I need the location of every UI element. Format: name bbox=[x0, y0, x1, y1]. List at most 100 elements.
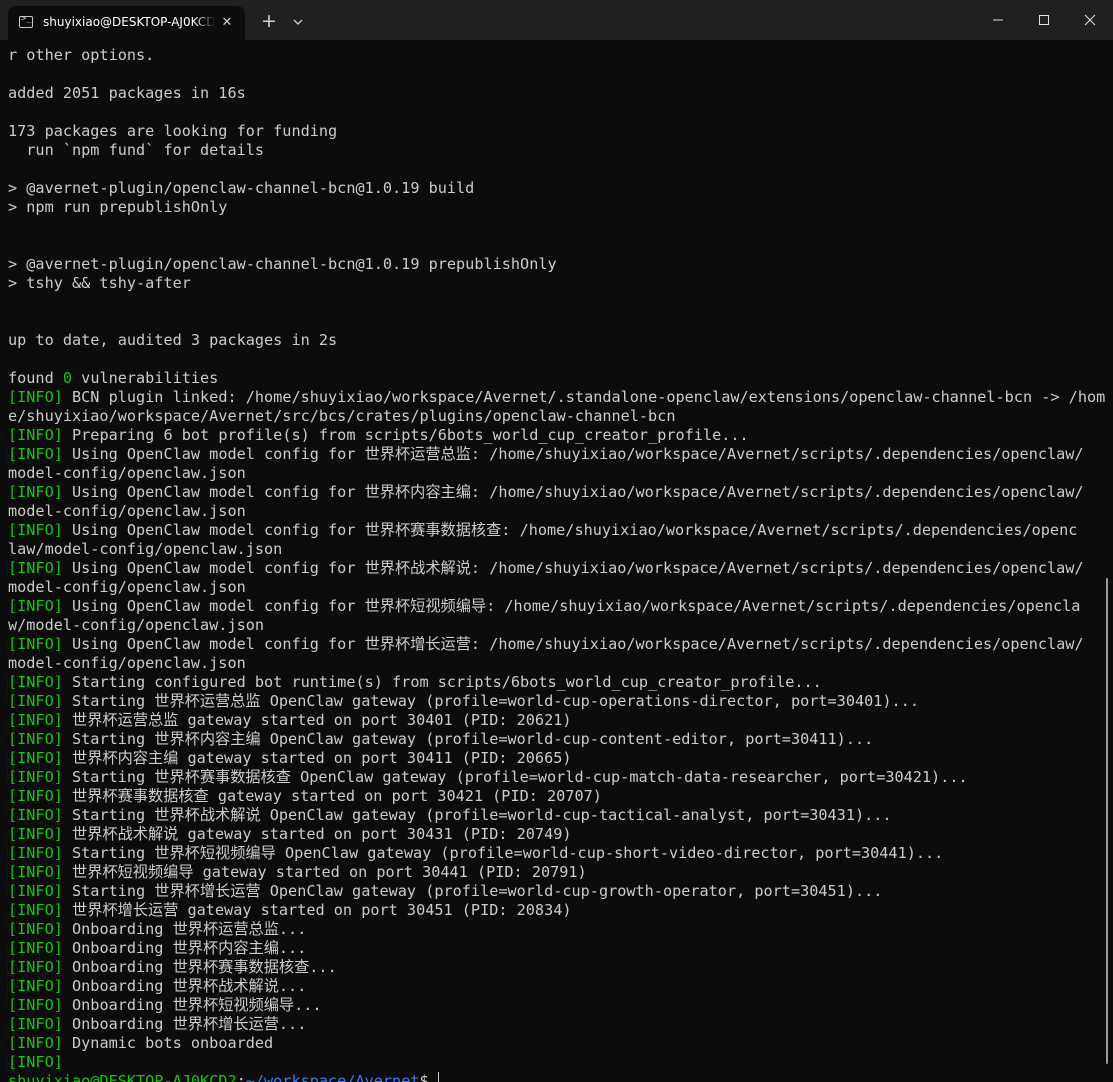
new-tab-button[interactable]: + bbox=[257, 10, 281, 34]
info-tag: [INFO] bbox=[8, 388, 63, 406]
output-line: > tshy && tshy-after bbox=[8, 274, 191, 292]
info-message: Using OpenClaw model config for 世界杯增长运营:… bbox=[62, 635, 1084, 653]
terminal-window: >_ shuyixiao@DESKTOP-AJ0KCD2: ~/workspac… bbox=[0, 0, 1113, 1082]
info-line: [INFO] 世界杯赛事数据核查 gateway started on port… bbox=[8, 787, 1106, 806]
output-line-wrap: w/model-config/openclaw.json bbox=[8, 616, 265, 634]
text-cursor bbox=[437, 1072, 439, 1082]
info-message: Starting 世界杯赛事数据核查 OpenClaw gateway (pro… bbox=[62, 768, 968, 786]
tab-title: shuyixiao@DESKTOP-AJ0KCD2: ~/workspace/A… bbox=[43, 15, 215, 29]
prompt-colon: : bbox=[236, 1072, 246, 1082]
output-line-wrap: e/shuyixiao/workspace/Avernet/src/bcs/cr… bbox=[8, 407, 676, 425]
info-message: Using OpenClaw model config for 世界杯内容主编:… bbox=[62, 483, 1084, 501]
info-line: [INFO] Onboarding 世界杯赛事数据核查... bbox=[8, 958, 1106, 977]
info-message: Using OpenClaw model config for 世界杯赛事数据核… bbox=[62, 521, 1078, 539]
info-tag: [INFO] bbox=[8, 711, 63, 729]
prompt-dollar: $ bbox=[419, 1072, 429, 1082]
output-line: added 2051 packages in 16s bbox=[8, 84, 246, 102]
info-message: Using OpenClaw model config for 世界杯短视频编导… bbox=[62, 597, 1081, 615]
info-line: [INFO] Onboarding 世界杯战术解说... bbox=[8, 977, 1106, 996]
info-message: Starting configured bot runtime(s) from … bbox=[62, 673, 822, 691]
info-message: Onboarding 世界杯运营总监... bbox=[62, 920, 307, 938]
info-tag: [INFO] bbox=[8, 483, 63, 501]
terminal-icon: >_ bbox=[19, 14, 33, 28]
info-line: [INFO] Preparing 6 bot profile(s) from s… bbox=[8, 426, 1106, 445]
info-line: [INFO] 世界杯运营总监 gateway started on port 3… bbox=[8, 711, 1106, 730]
minimize-button[interactable] bbox=[975, 0, 1021, 40]
info-line: [INFO] Using OpenClaw model config for 世… bbox=[8, 483, 1106, 502]
info-message: Starting 世界杯短视频编导 OpenClaw gateway (prof… bbox=[62, 844, 944, 862]
scrollbar-thumb[interactable] bbox=[1106, 578, 1108, 1064]
info-tag: [INFO] bbox=[8, 426, 63, 444]
output-line: > npm run prepublishOnly bbox=[8, 198, 228, 216]
info-line: [INFO] Onboarding 世界杯运营总监... bbox=[8, 920, 1106, 939]
output-line: up to date, audited 3 packages in 2s bbox=[8, 331, 338, 349]
info-message: Onboarding 世界杯增长运营... bbox=[62, 1015, 307, 1033]
info-message: 世界杯战术解说 gateway started on port 30431 (P… bbox=[62, 825, 572, 843]
vuln-text: found bbox=[8, 369, 63, 387]
info-tag: [INFO] bbox=[8, 1053, 63, 1071]
tab-dropdown-button[interactable] bbox=[288, 12, 308, 32]
prompt-user-host: shuyixiao@DESKTOP-AJ0KCD2 bbox=[8, 1072, 237, 1082]
info-message: Onboarding 世界杯战术解说... bbox=[62, 977, 307, 995]
info-line: [INFO] Using OpenClaw model config for 世… bbox=[8, 445, 1106, 464]
info-tag: [INFO] bbox=[8, 787, 63, 805]
output-line-wrap: model-config/openclaw.json bbox=[8, 464, 246, 482]
info-tag: [INFO] bbox=[8, 730, 63, 748]
output-line: > @avernet-plugin/openclaw-channel-bcn@1… bbox=[8, 255, 557, 273]
info-message: Starting 世界杯增长运营 OpenClaw gateway (profi… bbox=[62, 882, 883, 900]
shell-prompt[interactable]: shuyixiao@DESKTOP-AJ0KCD2:~/workspace/Av… bbox=[8, 1072, 1106, 1082]
info-line: [INFO] Starting 世界杯战术解说 OpenClaw gateway… bbox=[8, 806, 1106, 825]
prompt-path: ~/workspace/Avernet bbox=[245, 1072, 420, 1082]
tab-terminal[interactable]: >_ shuyixiao@DESKTOP-AJ0KCD2: ~/workspac… bbox=[8, 6, 245, 40]
info-message: Dynamic bots onboarded bbox=[62, 1034, 274, 1052]
maximize-button[interactable] bbox=[1021, 0, 1067, 40]
info-line: [INFO] Using OpenClaw model config for 世… bbox=[8, 559, 1106, 578]
close-icon bbox=[1084, 14, 1096, 26]
info-message: Starting 世界杯内容主编 OpenClaw gateway (profi… bbox=[62, 730, 874, 748]
minimize-icon bbox=[993, 19, 1003, 21]
info-message: 世界杯增长运营 gateway started on port 30451 (P… bbox=[62, 901, 572, 919]
info-line: [INFO] Using OpenClaw model config for 世… bbox=[8, 597, 1106, 616]
maximize-icon bbox=[1039, 15, 1049, 25]
info-line: [INFO] 世界杯增长运营 gateway started on port 3… bbox=[8, 901, 1106, 920]
info-tag: [INFO] bbox=[8, 635, 63, 653]
info-line: [INFO] Starting 世界杯短视频编导 OpenClaw gatewa… bbox=[8, 844, 1106, 863]
info-tag: [INFO] bbox=[8, 863, 63, 881]
info-tag: [INFO] bbox=[8, 597, 63, 615]
tab-close-button[interactable]: ✕ bbox=[219, 15, 235, 31]
info-message: Using OpenClaw model config for 世界杯战术解说:… bbox=[62, 559, 1084, 577]
info-line: [INFO] Using OpenClaw model config for 世… bbox=[8, 635, 1106, 654]
info-message: Starting 世界杯运营总监 OpenClaw gateway (profi… bbox=[62, 692, 919, 710]
output-line-wrap: model-config/openclaw.json bbox=[8, 578, 246, 596]
output-line-wrap: model-config/openclaw.json bbox=[8, 654, 246, 672]
info-line: [INFO] 世界杯战术解说 gateway started on port 3… bbox=[8, 825, 1106, 844]
info-tag: [INFO] bbox=[8, 920, 63, 938]
info-line: [INFO] Starting 世界杯赛事数据核查 OpenClaw gatew… bbox=[8, 768, 1106, 787]
info-message: 世界杯内容主编 gateway started on port 30411 (P… bbox=[62, 749, 572, 767]
chevron-down-icon bbox=[293, 19, 303, 25]
info-tag: [INFO] bbox=[8, 768, 63, 786]
info-tag: [INFO] bbox=[8, 939, 63, 957]
title-bar[interactable]: >_ shuyixiao@DESKTOP-AJ0KCD2: ~/workspac… bbox=[0, 0, 1113, 40]
terminal-output[interactable]: r other options. added 2051 packages in … bbox=[8, 46, 1106, 1082]
info-tag: [INFO] bbox=[8, 559, 63, 577]
output-line: > @avernet-plugin/openclaw-channel-bcn@1… bbox=[8, 179, 475, 197]
info-tag: [INFO] bbox=[8, 901, 63, 919]
info-line: [INFO] Dynamic bots onboarded bbox=[8, 1034, 1106, 1053]
info-message: Onboarding 世界杯短视频编导... bbox=[62, 996, 322, 1014]
vuln-count: 0 bbox=[62, 369, 73, 387]
info-message: 世界杯短视频编导 gateway started on port 30441 (… bbox=[62, 863, 587, 881]
info-line: [INFO] 世界杯短视频编导 gateway started on port … bbox=[8, 863, 1106, 882]
info-tag: [INFO] bbox=[8, 806, 63, 824]
info-message: Onboarding 世界杯赛事数据核查... bbox=[62, 958, 337, 976]
info-tag: [INFO] bbox=[8, 996, 63, 1014]
info-tag: [INFO] bbox=[8, 882, 63, 900]
info-tag: [INFO] bbox=[8, 445, 63, 463]
info-line: [INFO] Starting configured bot runtime(s… bbox=[8, 673, 1106, 692]
close-window-button[interactable] bbox=[1067, 0, 1113, 40]
